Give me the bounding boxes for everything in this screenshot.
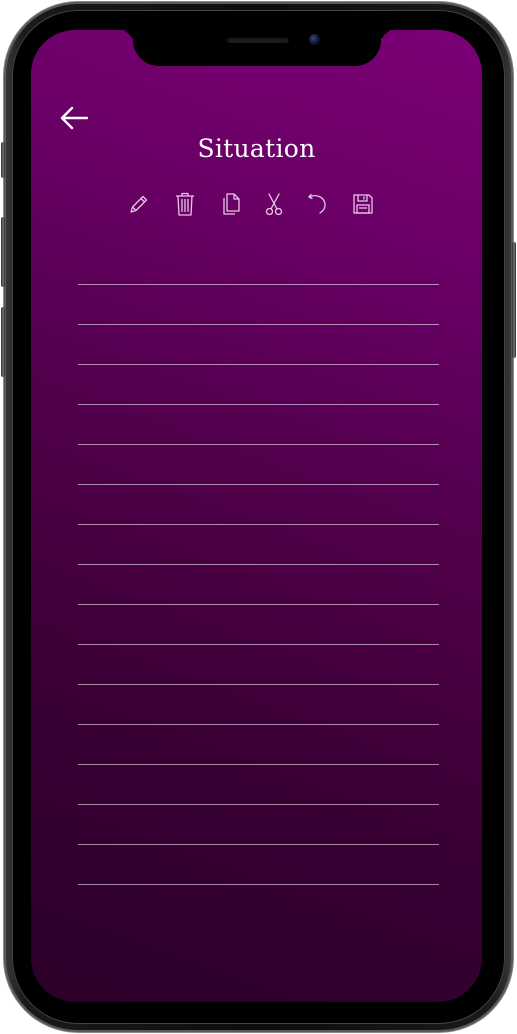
note-line[interactable]	[78, 444, 439, 445]
arrow-left-icon	[60, 106, 89, 130]
save-icon	[353, 194, 373, 214]
volume-down-button	[1, 307, 5, 377]
copy-button[interactable]	[219, 190, 243, 218]
trash-icon	[176, 192, 194, 216]
edit-button[interactable]	[127, 190, 151, 218]
back-button[interactable]	[57, 103, 91, 133]
silent-switch	[1, 142, 5, 178]
note-line[interactable]	[78, 884, 439, 885]
volume-up-button	[1, 217, 5, 287]
note-line[interactable]	[78, 284, 439, 285]
notch	[133, 30, 381, 66]
note-line[interactable]	[78, 804, 439, 805]
delete-button[interactable]	[173, 190, 197, 218]
note-line[interactable]	[78, 524, 439, 525]
undo-button[interactable]	[305, 190, 329, 218]
note-line[interactable]	[78, 364, 439, 365]
note-line[interactable]	[78, 724, 439, 725]
note-line[interactable]	[78, 324, 439, 325]
cut-button[interactable]	[262, 190, 286, 218]
toolbar	[125, 190, 385, 220]
note-line[interactable]	[78, 764, 439, 765]
app-screen: Situation	[31, 30, 482, 1002]
note-line[interactable]	[78, 404, 439, 405]
pencil-icon	[130, 195, 148, 213]
copy-icon	[223, 193, 240, 215]
page-title: Situation	[197, 134, 316, 163]
note-line[interactable]	[78, 484, 439, 485]
power-button	[512, 242, 516, 358]
note-line[interactable]	[78, 604, 439, 605]
note-line[interactable]	[78, 684, 439, 685]
note-line[interactable]	[78, 564, 439, 565]
undo-icon	[308, 193, 326, 214]
scissors-icon	[265, 193, 283, 216]
save-button[interactable]	[351, 190, 375, 218]
note-line[interactable]	[78, 844, 439, 845]
note-line[interactable]	[78, 644, 439, 645]
front-camera	[309, 34, 320, 45]
speaker-grille	[227, 37, 289, 43]
